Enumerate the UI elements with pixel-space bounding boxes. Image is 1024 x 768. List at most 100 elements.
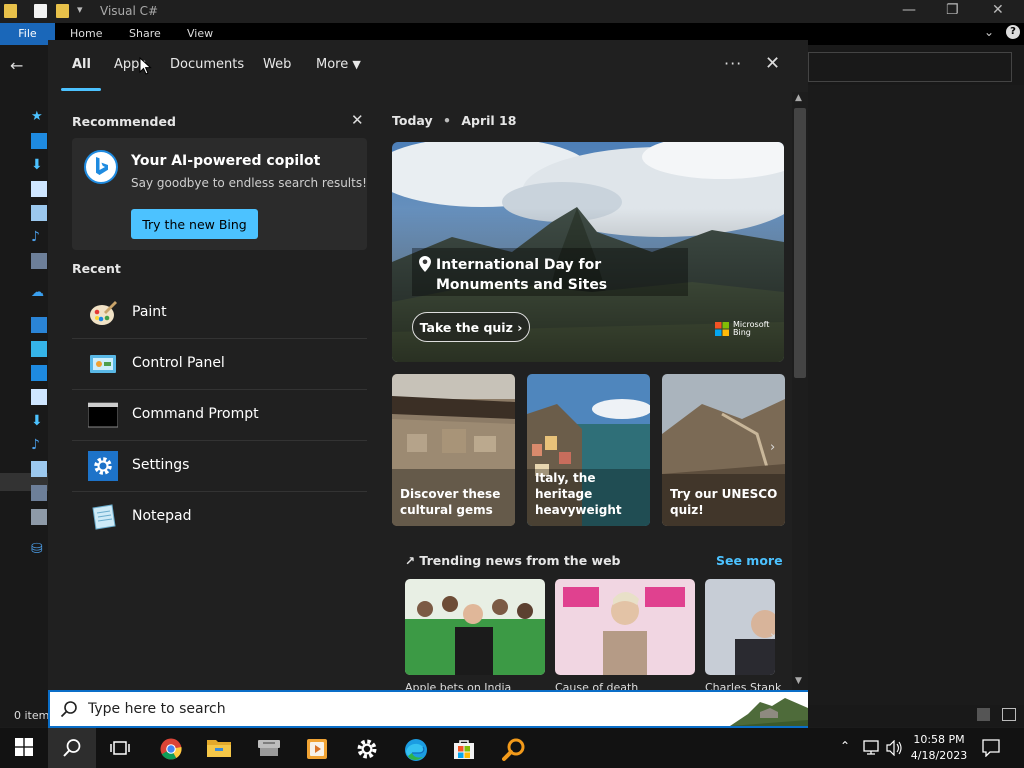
minimize-icon[interactable]: — bbox=[902, 2, 916, 18]
documents-pc-icon[interactable] bbox=[31, 389, 47, 405]
large-icons-view-icon[interactable] bbox=[1002, 708, 1016, 721]
taskbar-media-player[interactable] bbox=[293, 728, 341, 768]
card-unesco-quiz[interactable]: Try our UNESCO quiz! bbox=[662, 374, 785, 526]
3d-objects-icon[interactable] bbox=[31, 341, 47, 357]
downloads-icon[interactable]: ⬇ bbox=[31, 157, 47, 173]
taskbar-search-box[interactable] bbox=[48, 690, 808, 728]
this-pc-icon[interactable] bbox=[31, 317, 47, 333]
search-tool-icon bbox=[502, 738, 525, 761]
see-more-link[interactable]: See more bbox=[716, 553, 783, 568]
news-card-cause-of-death[interactable] bbox=[555, 579, 695, 675]
close-window-icon[interactable]: ✕ bbox=[992, 2, 1004, 18]
tab-more[interactable]: More ▼ bbox=[316, 57, 361, 72]
system-clock[interactable]: 10:58 PM 4/18/2023 bbox=[908, 732, 970, 764]
recent-item-paint[interactable]: Paint bbox=[72, 288, 367, 339]
store-icon bbox=[454, 740, 474, 759]
task-view-button[interactable] bbox=[96, 728, 144, 768]
news-person-image bbox=[555, 579, 695, 675]
tab-share[interactable]: Share bbox=[129, 27, 161, 40]
notepad-icon bbox=[92, 504, 116, 530]
explorer-titlebar: ▾ Visual C# — ❐ ✕ bbox=[0, 0, 1024, 23]
taskbar-search-button[interactable] bbox=[48, 728, 96, 768]
news-next-arrow-icon[interactable]: › bbox=[770, 629, 775, 644]
recent-item-settings[interactable]: Settings bbox=[72, 441, 367, 492]
taskbar-store[interactable] bbox=[440, 728, 488, 768]
recent-item-label: Control Panel bbox=[132, 355, 225, 371]
documents-icon[interactable] bbox=[31, 181, 47, 197]
chevron-right-icon: › bbox=[517, 319, 523, 335]
file-tab[interactable]: File bbox=[0, 23, 55, 45]
downloads-pc-icon[interactable]: ⬇ bbox=[31, 413, 47, 429]
today-label: Today bbox=[392, 113, 433, 128]
recent-item-control-panel[interactable]: Control Panel bbox=[72, 339, 367, 390]
task-view-icon bbox=[110, 741, 130, 755]
news-apple-image bbox=[405, 579, 545, 675]
card-caption: Try our UNESCO quiz! bbox=[670, 487, 778, 517]
notifications-icon[interactable] bbox=[982, 739, 1000, 757]
news-card-apple[interactable] bbox=[405, 579, 545, 675]
card-cultural-gems[interactable]: Discover these cultural gems bbox=[392, 374, 515, 526]
taskbar-chrome[interactable] bbox=[147, 728, 195, 768]
news-caption: Cause of death bbox=[555, 681, 639, 690]
videos-pc-icon[interactable] bbox=[31, 485, 47, 501]
desktop-icon[interactable] bbox=[31, 133, 47, 149]
show-hidden-icons-chevron-icon[interactable]: ⌃ bbox=[840, 739, 850, 753]
scroll-down-icon[interactable]: ▼ bbox=[795, 676, 802, 686]
quick-access-dropdown-icon[interactable]: ▾ bbox=[77, 3, 83, 16]
app-icon bbox=[258, 740, 280, 756]
taskbar-file-explorer[interactable] bbox=[195, 728, 243, 768]
network-icon[interactable] bbox=[862, 740, 880, 756]
details-view-icon[interactable] bbox=[977, 708, 990, 721]
dismiss-recommended-icon[interactable]: ✕ bbox=[351, 111, 364, 129]
new-folder-icon[interactable] bbox=[56, 4, 69, 18]
tab-documents[interactable]: Documents bbox=[170, 57, 244, 72]
videos-icon[interactable] bbox=[31, 253, 47, 269]
close-icon[interactable]: ✕ bbox=[765, 53, 780, 74]
tab-all[interactable]: All bbox=[72, 57, 91, 72]
bing-promo-card: Your AI-powered copilot Say goodbye to e… bbox=[72, 138, 367, 250]
pictures-pc-icon[interactable] bbox=[31, 461, 47, 477]
tab-home[interactable]: Home bbox=[70, 27, 102, 40]
volume-icon[interactable] bbox=[885, 740, 903, 756]
taskbar-search-tool[interactable] bbox=[490, 728, 538, 768]
chrome-icon bbox=[160, 738, 182, 760]
ribbon-expand-icon[interactable]: ⌄ bbox=[984, 25, 994, 39]
music-pc-icon[interactable]: ♪ bbox=[31, 437, 47, 453]
network-icon[interactable]: ⛁ bbox=[31, 541, 47, 557]
help-icon[interactable]: ? bbox=[1006, 25, 1020, 39]
cards-next-arrow-icon[interactable]: › bbox=[770, 440, 786, 460]
file-explorer-icon bbox=[207, 740, 231, 757]
more-options-icon[interactable]: ··· bbox=[724, 54, 742, 73]
news-charles-image bbox=[705, 579, 775, 675]
trending-icon: ↗ bbox=[405, 554, 416, 568]
card-caption: Discover these cultural gems bbox=[400, 487, 501, 517]
desktop-pc-icon[interactable] bbox=[31, 365, 47, 381]
recent-item-command-prompt[interactable]: Command Prompt bbox=[72, 390, 367, 441]
tab-view[interactable]: View bbox=[187, 27, 213, 40]
recent-item-notepad[interactable]: Notepad bbox=[72, 492, 367, 543]
news-card-charles[interactable] bbox=[705, 579, 775, 675]
tab-web[interactable]: Web bbox=[263, 57, 291, 72]
music-icon[interactable]: ♪ bbox=[31, 229, 47, 245]
maximize-icon[interactable]: ❐ bbox=[946, 2, 959, 18]
back-arrow-icon[interactable]: ← bbox=[10, 56, 23, 75]
hero-card[interactable]: International Day for Monuments and Site… bbox=[392, 142, 784, 362]
settings-icon bbox=[357, 739, 377, 759]
pictures-icon[interactable] bbox=[31, 205, 47, 221]
media-icon bbox=[307, 739, 327, 759]
start-button[interactable] bbox=[0, 728, 48, 768]
scrollbar-thumb[interactable] bbox=[794, 108, 806, 378]
card-italy[interactable]: Italy, the heritage heavyweight bbox=[527, 374, 650, 526]
taskbar-settings[interactable] bbox=[343, 728, 391, 768]
properties-icon[interactable] bbox=[34, 4, 47, 18]
search-explorer-box[interactable] bbox=[808, 52, 1012, 82]
take-the-quiz-button[interactable]: Take the quiz › bbox=[412, 312, 530, 342]
try-new-bing-button[interactable]: Try the new Bing bbox=[131, 209, 258, 239]
quick-access-icon[interactable]: ★ bbox=[31, 109, 47, 125]
taskbar-edge[interactable] bbox=[392, 728, 440, 768]
search-input[interactable] bbox=[88, 698, 708, 720]
onedrive-icon[interactable]: ☁ bbox=[31, 285, 47, 301]
local-disk-icon[interactable] bbox=[31, 509, 47, 525]
scroll-up-icon[interactable]: ▲ bbox=[795, 93, 802, 103]
taskbar-app[interactable] bbox=[245, 728, 293, 768]
